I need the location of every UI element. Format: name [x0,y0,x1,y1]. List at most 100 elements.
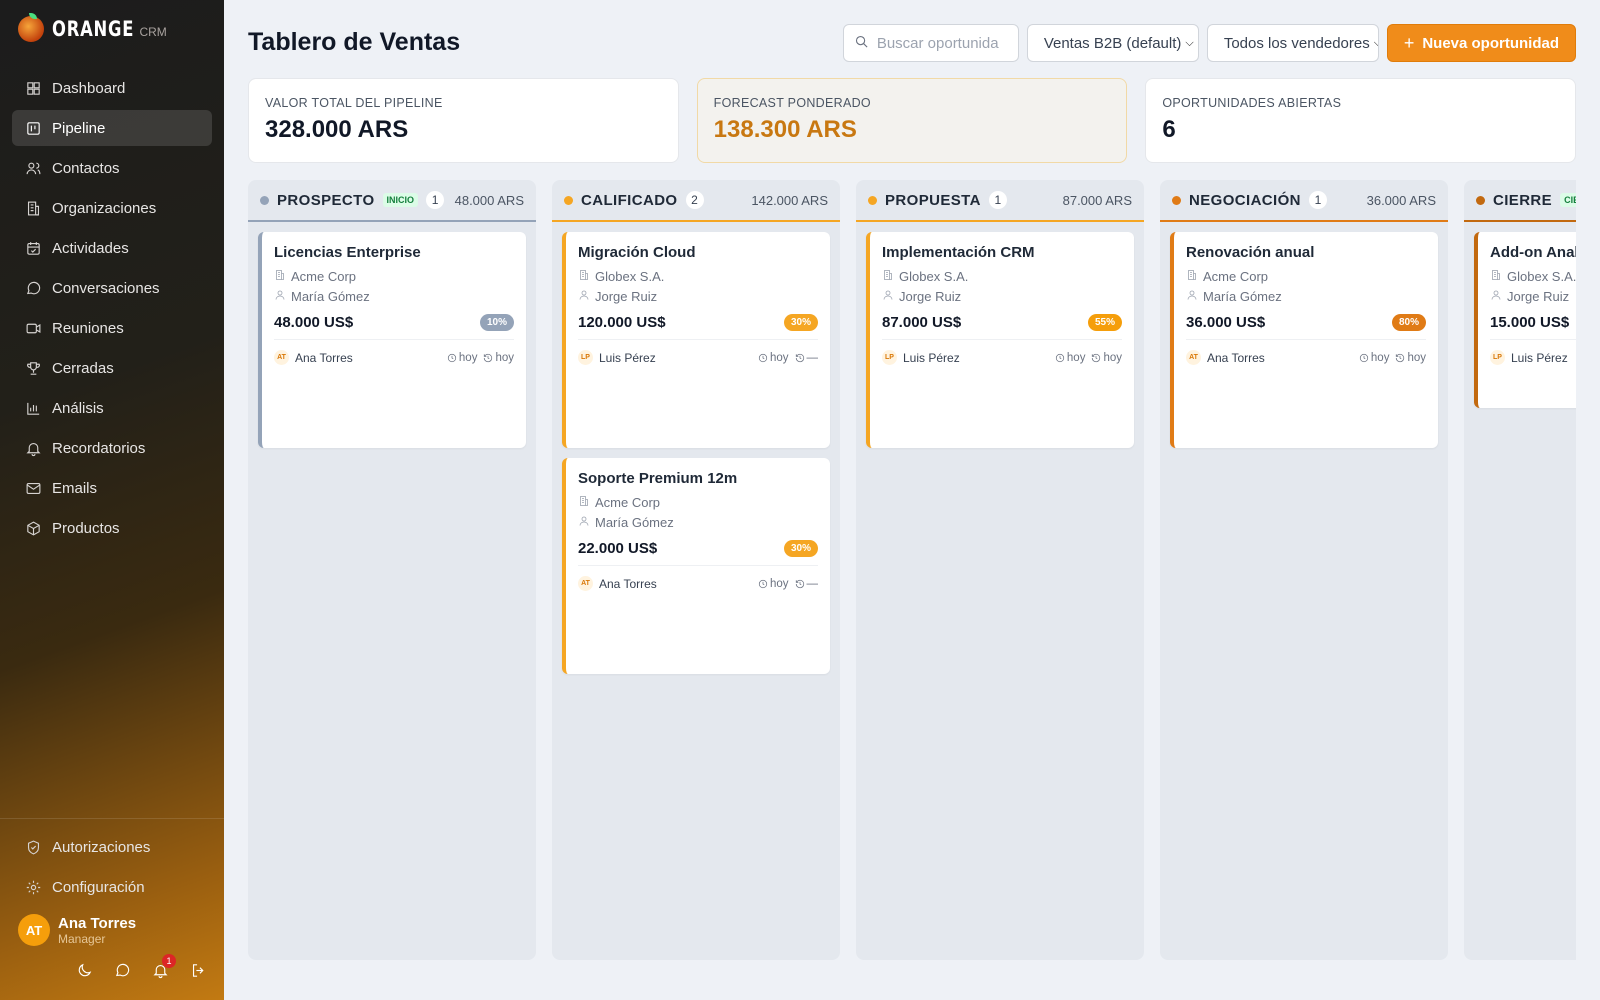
card-contact[interactable]: Jorge Ruiz [882,286,1122,306]
card-amount: 22.000 US$ [578,540,658,557]
building-icon [882,269,894,284]
stat-label: VALOR TOTAL DEL PIPELINE [265,96,443,110]
moon-icon[interactable] [76,962,94,980]
card-amount: 87.000 US$ [882,314,962,331]
column-header[interactable]: PROSPECTO INICIO 1 48.000 ARS [248,180,536,222]
stat-open-opportunities: OPORTUNIDADES ABIERTAS 6 [1145,78,1577,163]
sidebar-item-label: Dashboard [52,79,126,97]
building-icon [274,269,286,284]
user-name: Ana Torres [58,914,137,932]
pipeline-column-propuesta: PROPUESTA 1 87.000 ARS Implementación CRM Gl… [856,180,1144,960]
history-icon [1091,353,1101,363]
updated-time: hoy [1395,352,1426,364]
person-icon [578,289,590,304]
pipeline-select[interactable]: Ventas B2B (default) ⌵ [1026,24,1199,62]
logout-icon[interactable] [190,962,208,980]
opportunity-card[interactable]: Migración Cloud Globex S.A. Jorge Ruiz 120.… [562,232,830,448]
user-profile[interactable]: AT Ana Torres Manager [18,914,136,946]
column-count: 2 [685,191,704,209]
column-header[interactable]: CALIFICADO 2 142.000 ARS [552,180,840,222]
opportunity-card[interactable]: Soporte Premium 12m Acme Corp María Gómez 2… [562,458,830,674]
sidebar-item-label: Análisis [52,399,104,417]
pipeline-column-cierre: CIERRE CIE Add-on Anal Globex S.A. Jorge Rui… [1464,180,1576,960]
card-footer: AT Ana Torres hoy hoy [1186,350,1426,365]
card-contact[interactable]: Jorge Ruiz [1490,286,1576,306]
utility-icons: 1 [76,954,208,980]
owner-name: Luis Pérez [599,350,656,365]
card-meta: hoy — [758,578,818,590]
column-title: PROSPECTO [277,191,375,209]
card-organization[interactable]: Acme Corp [1186,266,1426,286]
sidebar-item-label: Conversaciones [52,279,160,297]
card-contact[interactable]: María Gómez [274,286,514,306]
sidebar-item-cerradas[interactable]: Cerradas [12,350,212,386]
sidebar-item-configuracion[interactable]: Configuración [12,869,212,905]
created-time: hoy [1055,351,1086,364]
seller-select[interactable]: Todos los vendedores ⌵ [1206,24,1379,62]
opportunity-card[interactable]: Implementación CRM Globex S.A. Jorge Ruiz 8… [866,232,1134,448]
probability-badge: 80% [1391,314,1426,331]
column-count: 1 [988,191,1007,209]
chevron-down-icon: ⌵ [1185,36,1194,49]
column-header[interactable]: NEGOCIACIÓN 1 36.000 ARS [1160,180,1448,222]
organization-name: Acme Corp [291,268,357,284]
sidebar-item-analisis[interactable]: Análisis [12,390,212,426]
stage-dot-icon [1172,195,1181,205]
clock-icon [758,579,768,589]
orange-logo-icon [18,13,44,42]
sidebar-item-dashboard[interactable]: Dashboard [12,70,212,106]
sidebar-item-recordatorios[interactable]: Recordatorios [12,430,212,466]
sidebar-item-productos[interactable]: Productos [12,510,212,546]
card-contact[interactable]: Jorge Ruiz [578,286,818,306]
card-organization[interactable]: Acme Corp [578,492,818,512]
card-title: Add-on Anal [1490,244,1576,261]
stat-value: 328.000 ARS [265,116,409,143]
avatar: AT [18,914,50,946]
search-input[interactable]: Buscar oportunida [842,24,1019,62]
created-label: hoy [1066,351,1086,364]
column-header[interactable]: CIERRE CIE [1464,180,1576,222]
sidebar-item-label: Organizaciones [52,199,157,217]
sidebar-item-conversaciones[interactable]: Conversaciones [12,270,212,306]
card-organization[interactable]: Globex S.A. [882,266,1122,286]
card-amount-row: 120.000 US$ 30% [578,314,818,340]
organization-name: Acme Corp [595,494,661,510]
chat-bubble-icon[interactable] [114,962,132,980]
created-time: hoy [758,578,789,590]
stat-weighted-forecast: FORECAST PONDERADO 138.300 ARS [696,78,1128,163]
clock-icon [1359,353,1369,363]
sidebar-item-organizaciones[interactable]: Organizaciones [12,190,212,226]
page-title: Tablero de Ventas [248,28,461,56]
opportunity-card[interactable]: Renovación anual Acme Corp María Gómez 36.0… [1170,232,1438,448]
sidebar-item-emails[interactable]: Emails [12,470,212,506]
sidebar-item-reuniones[interactable]: Reuniones [12,310,212,346]
brand[interactable]: ORANGE CRM [18,13,167,42]
contact-name: Jorge Ruiz [595,288,658,304]
person-icon [274,289,286,304]
new-opportunity-button[interactable]: + Nueva oportunidad [1386,24,1576,62]
updated-label: hoy [1407,351,1426,364]
bell-icon[interactable]: 1 [152,954,176,980]
sidebar-item-pipeline[interactable]: Pipeline [12,110,212,146]
card-organization[interactable]: Globex S.A. [578,266,818,286]
card-contact[interactable]: María Gómez [578,512,818,532]
column-tag: CIE [1560,193,1576,207]
column-header[interactable]: PROPUESTA 1 87.000 ARS [856,180,1144,222]
card-contact[interactable]: María Gómez [1186,286,1426,306]
sidebar-item-label: Actividades [52,239,129,257]
sidebar-nav: Dashboard Pipeline Contactos Organizaciones… [12,70,212,550]
sidebar-item-actividades[interactable]: Actividades [12,230,212,266]
card-organization[interactable]: Acme Corp [274,266,514,286]
opportunity-card[interactable]: Add-on Anal Globex S.A. Jorge Ruiz 15.000 U… [1474,232,1576,408]
created-label: hoy [769,351,789,364]
gear-icon [24,878,42,896]
organization-name: Globex S.A. [899,268,969,284]
sidebar-item-autorizaciones[interactable]: Autorizaciones [12,829,212,865]
card-organization[interactable]: Globex S.A. [1490,266,1576,286]
person-icon [1186,289,1198,304]
updated-label: — [806,351,819,364]
sidebar-item-contactos[interactable]: Contactos [12,150,212,186]
opportunity-card[interactable]: Licencias Enterprise Acme Corp María Gómez… [258,232,526,448]
card-amount-row: 22.000 US$ 30% [578,540,818,566]
bar-chart-icon [24,399,42,417]
